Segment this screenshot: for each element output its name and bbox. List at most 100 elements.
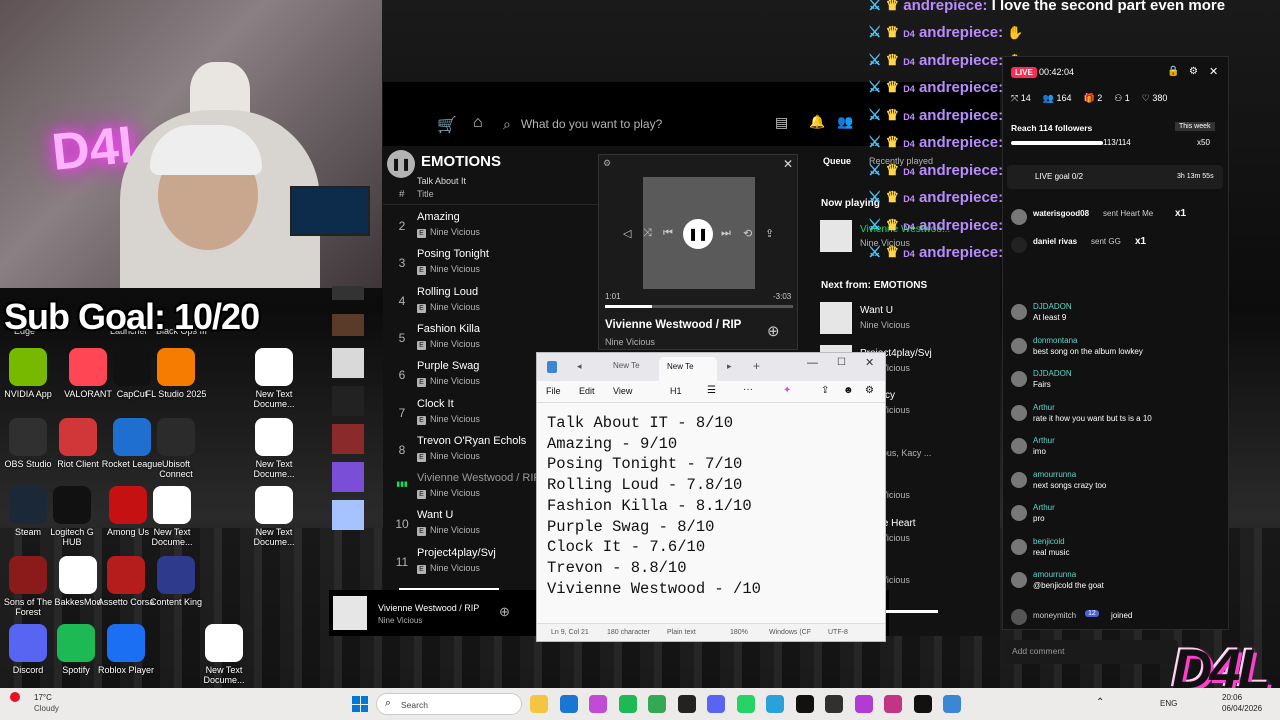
queue-item[interactable]: Want U Nine Vicious [820, 302, 1000, 342]
store-icon[interactable] [559, 695, 578, 713]
desktop-icon[interactable]: Content King [144, 556, 208, 607]
desktop-icon[interactable]: New Text Docume... [242, 348, 306, 409]
cart-icon[interactable]: 🛒 [437, 115, 457, 135]
shuffle-icon[interactable]: ⤨ [643, 227, 652, 240]
desktop-icon[interactable]: New Text Docume... [192, 624, 256, 685]
close-icon[interactable]: ✕ [865, 356, 874, 369]
chat-username[interactable]: amourrunna [1033, 470, 1076, 479]
chrome-icon[interactable] [648, 695, 666, 713]
telegram-icon[interactable] [766, 695, 784, 713]
next-icon[interactable]: ⏭ [721, 227, 731, 240]
add-comment-input[interactable]: Add comment [1004, 640, 1178, 664]
volume-slider[interactable] [885, 610, 938, 613]
spotify-icon[interactable] [618, 695, 637, 713]
home-icon[interactable]: ⌂ [473, 114, 483, 132]
text-document-icon [255, 348, 293, 386]
tray-chevron-icon[interactable]: ⌃ [1096, 697, 1104, 708]
live-stats: ⤧ 14 👥 164 🎁 2 ⚇ 1 ♡ 380 [1011, 93, 1221, 104]
copilot-icon[interactable]: ✦ [783, 385, 791, 396]
heading-dropdown[interactable]: H1 [670, 386, 682, 396]
close-icon[interactable]: ✕ [783, 157, 793, 171]
repeat-icon[interactable]: ⟲ [743, 227, 752, 240]
previous-icon[interactable]: ⏮ [663, 227, 673, 240]
stat-people: 👥 164 [1042, 93, 1072, 103]
weather-temp[interactable]: 17°C [34, 693, 52, 702]
friends-icon[interactable]: 👥 [837, 114, 853, 130]
desktop-icon[interactable]: New Text Docume... [242, 486, 306, 547]
instagram-icon[interactable] [884, 695, 902, 713]
miniplayer-pause-button[interactable]: ❚❚ [683, 219, 713, 249]
desktop-icon[interactable]: Roblox Player [94, 624, 158, 675]
new-tab-icon[interactable]: + [753, 359, 760, 373]
settings-icon[interactable]: ⚙ [603, 158, 611, 169]
pause-button[interactable]: ❚❚ [387, 150, 415, 178]
close-icon[interactable]: ✕ [1209, 65, 1218, 78]
more-icon[interactable]: ··· [743, 384, 753, 395]
add-to-library-icon[interactable]: ⊕ [499, 604, 510, 620]
gear-icon[interactable]: ⚙ [1189, 66, 1198, 77]
live-goal-card[interactable]: LIVE goal 0/2 3h 13m 55s [1007, 165, 1223, 189]
chat-username[interactable]: Arthur [1033, 436, 1055, 445]
menu-edit[interactable]: Edit [579, 386, 595, 396]
chat-username[interactable]: benjicold [1033, 537, 1065, 546]
taskbar-search[interactable]: ⌕ Search [376, 693, 522, 715]
track-row[interactable]: 3 Posing Tonight E Nine Vicious [383, 246, 613, 283]
track-row[interactable]: 4 Rolling Loud E Nine Vicious [383, 284, 613, 321]
maximize-icon[interactable]: ☐ [837, 357, 846, 368]
miniplayer-progress-track[interactable] [605, 305, 793, 308]
obs-icon[interactable] [825, 695, 843, 713]
notepad-content[interactable]: Talk About IT - 8/10 Amazing - 9/10 Posing… [547, 413, 761, 599]
clock-date[interactable]: 06/04/2026 [1222, 704, 1262, 713]
nav-forward-icon[interactable]: ▸ [727, 361, 732, 372]
tab-1[interactable]: New Te [613, 361, 640, 370]
discord-icon[interactable] [707, 695, 725, 713]
chat-username[interactable]: Arthur [1033, 503, 1055, 512]
tab-queue[interactable]: Queue [823, 156, 851, 166]
browser-icon[interactable] [589, 695, 607, 713]
tab-2-active[interactable]: New Te [659, 357, 717, 381]
discord-icon [9, 624, 47, 662]
app-icon[interactable] [854, 695, 873, 713]
clock-time[interactable]: 20:06 [1222, 693, 1242, 702]
chat-username[interactable]: DJDADON [1033, 369, 1072, 378]
bell-icon[interactable]: 🔔 [809, 114, 825, 130]
desktop-icon[interactable]: New Text Docume... [140, 486, 204, 547]
lock-icon[interactable]: 🔒 [1167, 66, 1179, 77]
chat-username[interactable]: Arthur [1033, 403, 1055, 412]
chat-username[interactable]: DJDADON [1033, 302, 1072, 311]
browse-icon[interactable]: ▤ [775, 114, 788, 131]
track-row[interactable]: 2 Amazing E Nine Vicious [383, 209, 613, 246]
minimize-icon[interactable]: — [807, 357, 818, 369]
playback-progress[interactable] [399, 588, 499, 590]
desktop-icon[interactable]: Logitech G HUB [40, 486, 104, 547]
share-icon[interactable]: ⇪ [821, 385, 829, 396]
chat-username[interactable]: amourrunna [1033, 570, 1076, 579]
join-text: joined [1111, 611, 1133, 620]
desktop-icon[interactable]: NVIDIA App [0, 348, 60, 399]
desktop-icon[interactable]: FL Studio 2025 [144, 348, 208, 399]
weather-text[interactable]: Cloudy [34, 704, 59, 713]
status-zoom[interactable]: 180% [730, 629, 748, 636]
volume-icon[interactable]: ◁ [623, 227, 631, 240]
desktop-icon[interactable]: New Text Docume... [242, 418, 306, 479]
language-indicator[interactable]: ENG [1160, 699, 1177, 708]
menu-file[interactable]: File [546, 386, 561, 396]
share-icon[interactable]: ⇪ [765, 227, 774, 240]
search-bar[interactable]: ⌕ What do you want to play? [503, 110, 758, 138]
nav-back-icon[interactable]: ◂ [577, 361, 582, 372]
menu-view[interactable]: View [613, 386, 632, 396]
start-icon[interactable] [352, 696, 368, 712]
track-artist: Nine Vicious [430, 525, 480, 536]
whatsapp-icon[interactable] [736, 695, 755, 713]
add-icon[interactable]: ⊕ [767, 322, 780, 340]
file-explorer-icon[interactable] [530, 695, 548, 713]
notepad-icon[interactable] [943, 695, 961, 713]
capcut-icon[interactable] [795, 695, 814, 713]
desktop-icon[interactable]: Ubisoft Connect [144, 418, 208, 479]
pc-icon[interactable] [677, 695, 696, 713]
account-icon[interactable]: ☻ [843, 385, 854, 396]
tiktok-icon[interactable] [913, 695, 932, 713]
settings-icon[interactable]: ⚙ [865, 385, 874, 396]
chat-username[interactable]: donmontana [1033, 336, 1077, 345]
list-icon[interactable]: ☰ [707, 385, 716, 396]
